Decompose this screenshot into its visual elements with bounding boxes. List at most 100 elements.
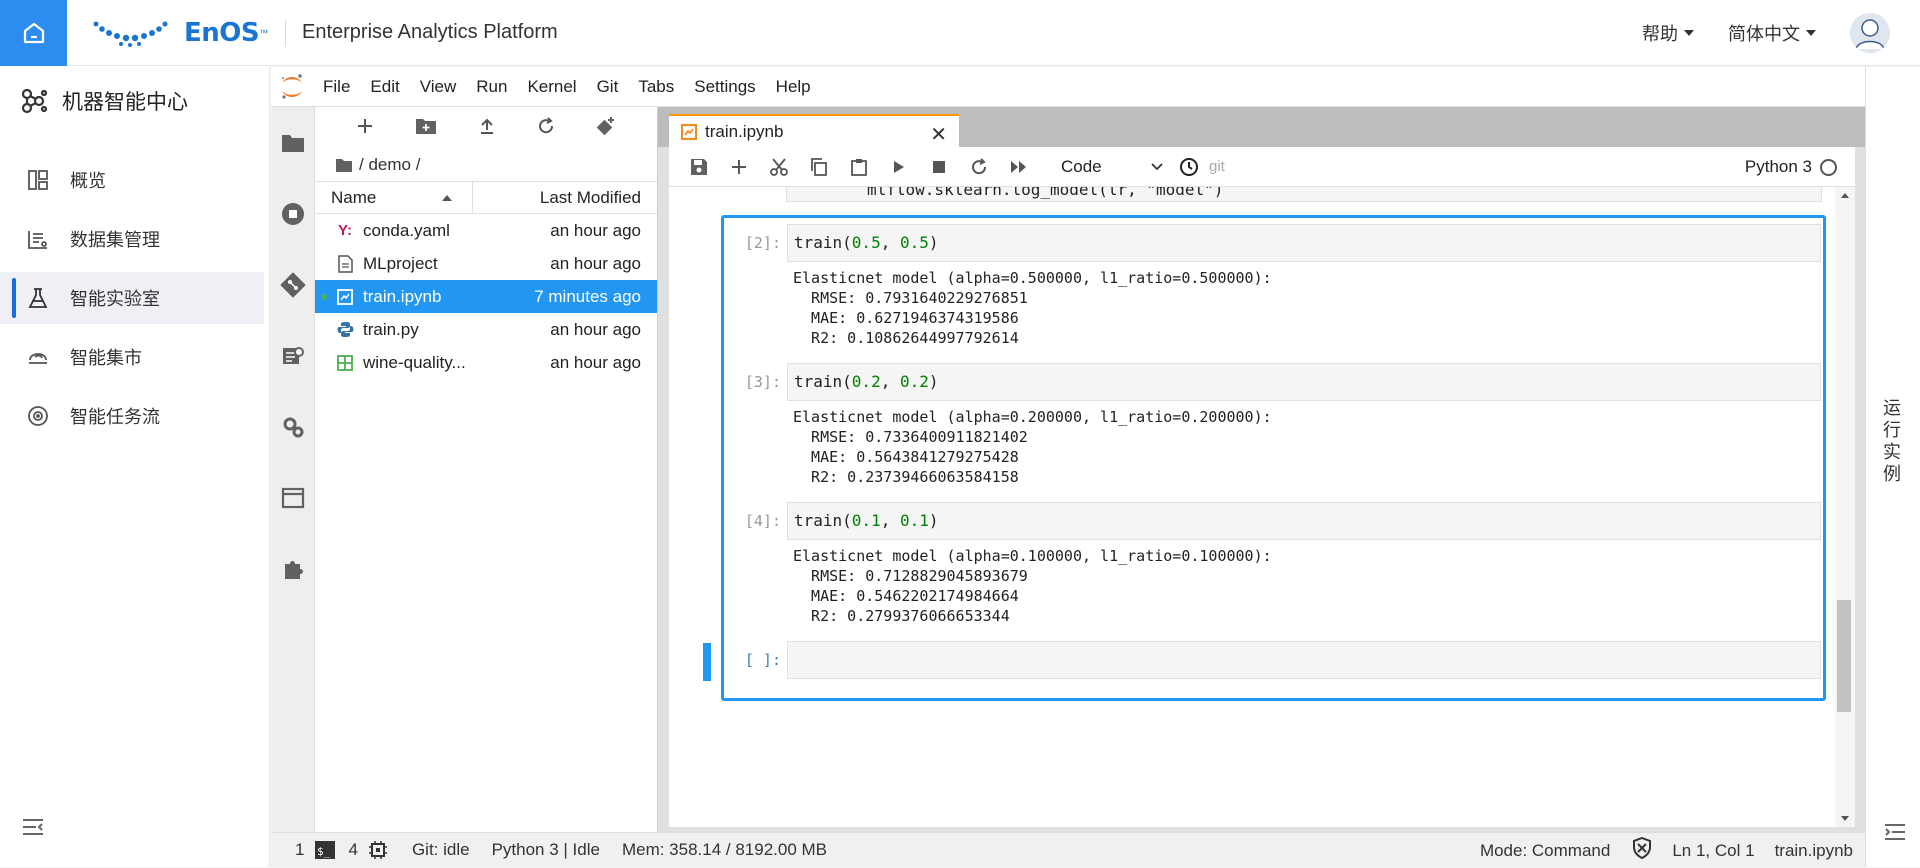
scrollbar-thumb[interactable] (1837, 600, 1851, 712)
restart-button[interactable] (959, 150, 999, 184)
home-icon (23, 22, 44, 44)
home-button[interactable] (0, 0, 67, 66)
cell-type-select[interactable]: Code (1049, 157, 1169, 177)
folder-icon (282, 134, 304, 152)
menu-settings[interactable]: Settings (684, 77, 765, 97)
language-menu[interactable]: 简体中文 (1728, 20, 1816, 46)
scrollbar[interactable] (1835, 187, 1855, 827)
dataset-icon (26, 227, 50, 251)
insert-cell-button[interactable] (719, 150, 759, 184)
nav-item-lab[interactable]: 智能实验室 (0, 272, 264, 324)
refresh-button[interactable] (537, 116, 555, 140)
notebook-tab[interactable]: train.ipynb ✕ (669, 114, 959, 148)
tab-file-browser[interactable] (271, 107, 315, 178)
tab-commands[interactable] (271, 320, 315, 391)
cell-input[interactable]: train(0.1, 0.1) (787, 502, 1821, 540)
file-row[interactable]: MLproject an hour ago (315, 247, 657, 280)
code-close: ) (928, 233, 939, 252)
copy-button[interactable] (799, 150, 839, 184)
svg-text:$_: $_ (317, 845, 331, 858)
code-arg: 0.2 (899, 372, 929, 391)
nav-item-market[interactable]: 智能集市 (0, 331, 270, 383)
jupyter-menubar: File Edit View Run Kernel Git Tabs Setti… (271, 67, 1865, 107)
interrupt-button[interactable] (919, 150, 959, 184)
cursor-position[interactable]: Ln 1, Col 1 (1672, 841, 1754, 861)
code-fn: train( (794, 233, 852, 252)
collapse-menu-icon[interactable] (1884, 823, 1906, 841)
trusted-icon[interactable] (1632, 836, 1652, 864)
tab-open-tabs[interactable] (271, 462, 315, 533)
kernel-count[interactable]: 4 (348, 840, 357, 860)
history-button[interactable] (1169, 150, 1209, 184)
divider (285, 20, 286, 46)
file-row[interactable]: train.py an hour ago (315, 313, 657, 346)
nav-item-workflow[interactable]: 智能任务流 (0, 390, 270, 442)
menu-tabs[interactable]: Tabs (628, 77, 684, 97)
previous-code-line: mlflow.sklearn.log_model(lr, "model") (867, 187, 1224, 199)
breadcrumb-path[interactable]: / demo / (359, 155, 420, 175)
run-button[interactable] (879, 150, 919, 184)
running-instances-tab[interactable]: 运行实例 (1883, 397, 1903, 485)
nav-item-label: 数据集管理 (70, 230, 160, 250)
menu-git[interactable]: Git (587, 77, 629, 97)
paste-icon (851, 158, 867, 176)
kernel-indicator[interactable]: Python 3 (1745, 157, 1837, 177)
menu-view[interactable]: View (410, 77, 467, 97)
tab-property-inspector[interactable] (271, 391, 315, 462)
previous-cell-input[interactable]: mlflow.sklearn.log_model(lr, "model") (786, 187, 1822, 202)
tab-extensions[interactable] (271, 533, 315, 604)
git-diff-button[interactable]: git (1209, 158, 1225, 175)
code-arg: 0.5 (899, 233, 929, 252)
scroll-down-icon[interactable] (1835, 813, 1855, 825)
terminal-count[interactable]: 1 (295, 840, 304, 860)
editor-mode[interactable]: Mode: Command (1480, 841, 1610, 861)
tab-git[interactable] (271, 249, 315, 320)
nav-item-overview[interactable]: 概览 (0, 154, 270, 206)
menu-edit[interactable]: Edit (360, 77, 409, 97)
close-icon[interactable]: ✕ (930, 122, 947, 147)
terminal-icon: $_ (314, 840, 336, 860)
folder-icon[interactable] (335, 158, 353, 173)
ai-hub-icon (21, 88, 48, 114)
stop-circle-icon (282, 202, 304, 225)
code-fn: train( (794, 372, 852, 391)
new-launcher-button[interactable] (356, 117, 374, 140)
menu-kernel[interactable]: Kernel (517, 77, 586, 97)
scissors-icon (770, 157, 788, 176)
collapse-menu-icon (23, 819, 43, 835)
column-header-name[interactable]: Name (315, 181, 473, 214)
column-header-modified[interactable]: Last Modified (473, 188, 657, 208)
nav-header: 机器智能中心 (18, 86, 188, 116)
kernel-status[interactable]: Python 3 | Idle (492, 840, 600, 860)
cpu-icon (368, 840, 388, 860)
scroll-up-icon[interactable] (1835, 189, 1855, 201)
new-folder-button[interactable] (415, 117, 437, 140)
git-clone-button[interactable] (596, 116, 616, 141)
run-all-button[interactable] (999, 150, 1039, 184)
cell-input[interactable]: train(0.5, 0.5) (787, 224, 1821, 262)
jupyter-logo (271, 67, 313, 107)
notebook-icon (335, 287, 355, 307)
cell-input[interactable]: train(0.2, 0.2) (787, 363, 1821, 401)
file-row[interactable]: wine-quality... an hour ago (315, 346, 657, 379)
gears-icon (283, 417, 304, 437)
cell-input[interactable] (787, 641, 1821, 679)
help-menu[interactable]: 帮助 (1642, 20, 1694, 46)
kernel-idle-icon (1820, 158, 1837, 176)
workflow-icon (26, 404, 50, 428)
file-row-selected[interactable]: train.ipynb 7 minutes ago (315, 280, 657, 313)
paste-button[interactable] (839, 150, 879, 184)
git-status[interactable]: Git: idle (412, 840, 470, 860)
nav-item-dataset[interactable]: 数据集管理 (0, 213, 270, 265)
upload-button[interactable] (478, 117, 496, 140)
save-button[interactable] (679, 150, 719, 184)
menu-help[interactable]: Help (766, 77, 821, 97)
collapse-menu-button[interactable] (22, 818, 44, 841)
menu-run[interactable]: Run (466, 77, 517, 97)
avatar[interactable] (1850, 13, 1890, 53)
menu-file[interactable]: File (313, 77, 360, 97)
tab-running[interactable] (271, 178, 315, 249)
cut-button[interactable] (759, 150, 799, 184)
main-area: train.ipynb ✕ Code git Python 3 mlflow.s… (658, 107, 1865, 832)
file-row[interactable]: Y: conda.yaml an hour ago (315, 214, 657, 247)
